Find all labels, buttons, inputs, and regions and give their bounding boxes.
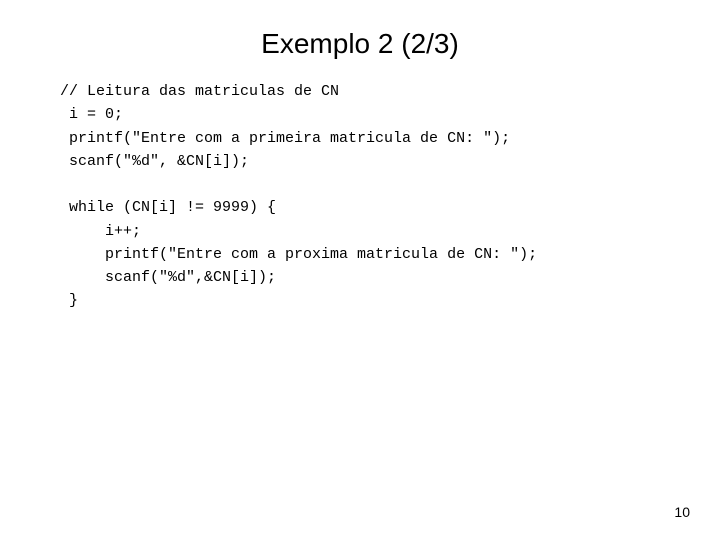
code-block: // Leitura das matriculas de CN i = 0; p… bbox=[0, 80, 720, 313]
slide: Exemplo 2 (2/3) // Leitura das matricula… bbox=[0, 0, 720, 540]
slide-title: Exemplo 2 (2/3) bbox=[0, 0, 720, 80]
page-number: 10 bbox=[674, 504, 690, 520]
